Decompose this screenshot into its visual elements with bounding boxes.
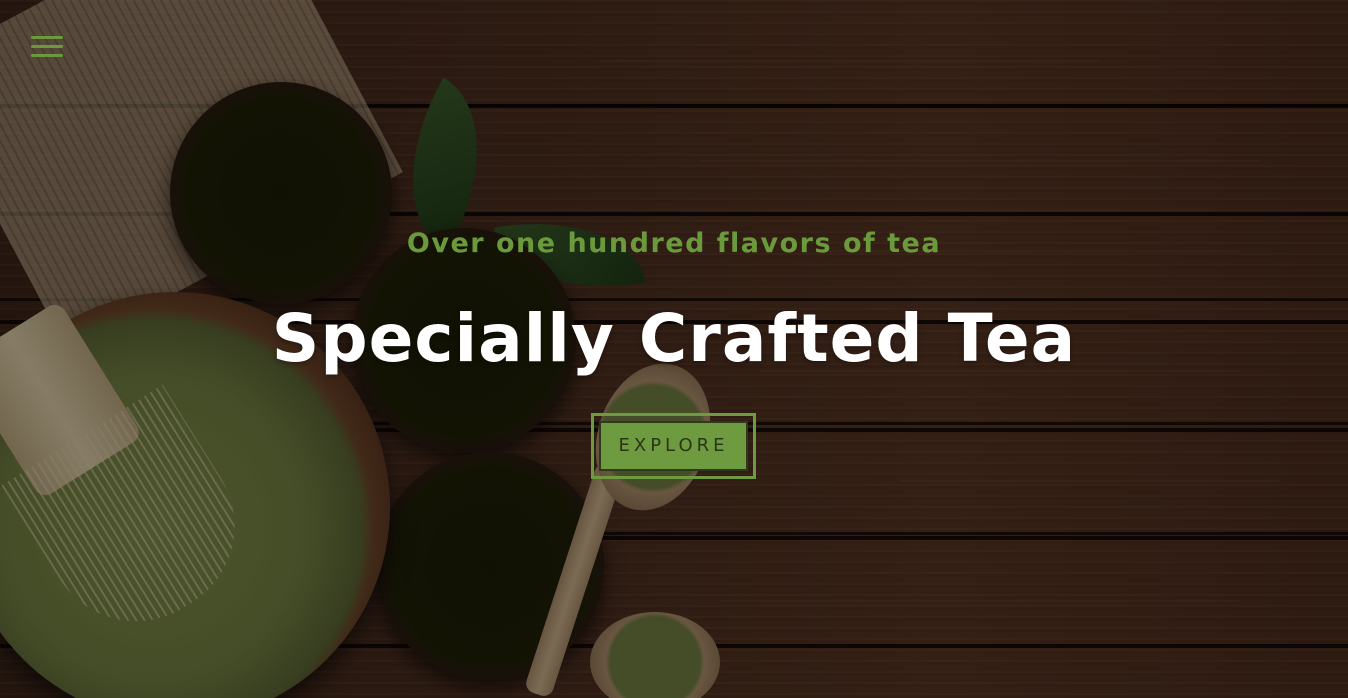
menu-bar	[31, 54, 63, 57]
menu-bar	[31, 36, 63, 39]
hero-tagline: Over one hundred flavors of tea	[406, 228, 942, 259]
hamburger-menu-icon[interactable]	[31, 36, 63, 60]
explore-button[interactable]: EXPLORE	[591, 413, 756, 479]
explore-button-label: EXPLORE	[599, 421, 748, 471]
hero-title: Specially Crafted Tea	[271, 300, 1077, 377]
menu-bar	[31, 45, 63, 48]
